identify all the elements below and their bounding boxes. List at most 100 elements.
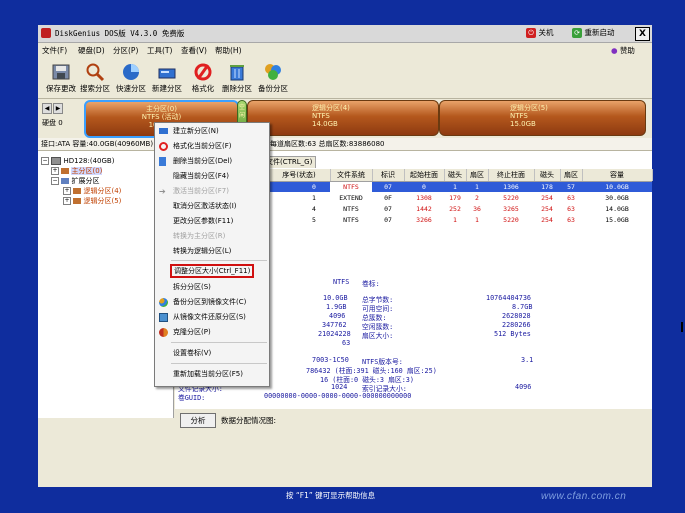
menu-item-backup-image[interactable]: 备份分区到镜像文件(C) — [155, 295, 269, 309]
reboot-icon: ⟳ — [572, 27, 582, 38]
tree-item-primary-0[interactable]: + 主分区(0) — [51, 166, 103, 176]
tree-item-extended[interactable]: − 扩展分区 — [51, 176, 99, 186]
cell-fs: NTFS — [343, 216, 359, 224]
next-disk-button[interactable]: ▶ — [53, 103, 63, 114]
expand-icon[interactable]: + — [63, 197, 71, 205]
col-capacity[interactable]: 容量 — [582, 169, 653, 181]
col-filesystem[interactable]: 文件系统 — [330, 169, 373, 181]
col-start-sector[interactable]: 扇区 — [466, 169, 489, 181]
cell-start-cyl: 3266 — [416, 216, 432, 224]
shutdown-label: 关机 — [538, 28, 554, 37]
expand-icon[interactable]: + — [63, 187, 71, 195]
partition-table-header: 序号(状态) 文件系统 标识 起始柱面 磁头 扇区 终止柱面 磁头 扇区 容量 — [268, 169, 653, 182]
new-partition-icon — [159, 128, 168, 134]
expand-icon[interactable]: + — [51, 167, 59, 175]
tree-root-disk[interactable]: − HD128:(40GB) — [41, 156, 114, 166]
prop-total-clusters: 2628028 — [502, 312, 531, 320]
col-index[interactable]: 序号(状态) — [268, 169, 331, 181]
menu-disk[interactable]: 硬盘(D) — [78, 45, 105, 56]
close-button[interactable]: X — [635, 27, 650, 41]
menu-partition[interactable]: 分区(P) — [113, 45, 138, 56]
cell-index: 0 — [312, 183, 316, 191]
magnifier-icon — [85, 62, 105, 82]
tab-files[interactable]: 文件(CTRL_G) — [262, 156, 317, 168]
menu-item-new-partition[interactable]: 建立新分区(N) — [155, 124, 269, 138]
menu-item-format[interactable]: 格式化当前分区(F) — [155, 139, 269, 153]
table-row[interactable]: 5 NTFS 07 3266 1 1 5220 254 63 15.0GB — [268, 215, 652, 225]
tree-item-label: 主分区(0) — [71, 167, 103, 175]
sponsor-link[interactable]: ● 赞助 — [611, 45, 635, 56]
partition-icon — [61, 168, 70, 174]
title-bar: DiskGenius DOS版 V4.3.0 免费版 ⏻ 关机 ⟳ 重新启动 X — [38, 25, 652, 43]
reboot-button[interactable]: ⟳ 重新启动 — [572, 27, 615, 39]
col-id[interactable]: 标识 — [372, 169, 405, 181]
extended-partition-icon — [61, 178, 70, 184]
table-row[interactable]: 0 NTFS 07 0 1 1 1306 178 57 10.0GB — [268, 182, 652, 192]
menu-item-clone[interactable]: 克隆分区(P) — [155, 325, 269, 339]
col-end-cyl[interactable]: 终止柱面 — [488, 169, 535, 181]
partition-icon — [73, 188, 82, 194]
prop-size: 10.0GB — [323, 294, 348, 302]
partition-block-logical-4[interactable]: 逻辑分区(4) NTFS 14.0GB — [247, 100, 439, 136]
partition-fs: NTFS — [510, 112, 528, 120]
collapse-icon[interactable]: − — [51, 177, 59, 185]
col-end-head[interactable]: 磁头 — [534, 169, 561, 181]
partition-name: 逻辑分区(5) — [510, 104, 548, 112]
col-start-cyl[interactable]: 起始柱面 — [404, 169, 445, 181]
prop-free-clusters: 2280266 — [502, 321, 531, 329]
menu-tools[interactable]: 工具(T) — [147, 45, 172, 56]
window-title: DiskGenius DOS版 V4.3.0 免费版 — [55, 29, 185, 38]
partition-name: 主分区(0) — [146, 105, 177, 113]
menu-item-resize[interactable]: 调整分区大小(Ctrl_F11) — [155, 264, 269, 278]
tree-item-logical-5[interactable]: + 逻辑分区(5) — [63, 196, 121, 206]
menu-item-convert-primary[interactable]: 转换为主分区(R) — [155, 229, 269, 243]
menu-item-set-label[interactable]: 设置卷标(V) — [155, 346, 269, 360]
menu-item-change-params[interactable]: 更改分区参数(F11) — [155, 214, 269, 228]
menu-file[interactable]: 文件(F) — [42, 45, 67, 56]
cell-capacity: 14.0GB — [605, 205, 629, 213]
prop-cluster-size: 4096 — [329, 312, 346, 320]
menu-item-hide[interactable]: 隐藏当前分区(F4) — [155, 169, 269, 183]
menu-item-restore-image[interactable]: 从镜像文件还原分区(S) — [155, 310, 269, 324]
disk-map-strip: ◀ ▶ 硬盘 0 主分区(0) NTFS (活动) 10.0GB 空闲 逻辑分区… — [38, 99, 652, 138]
cell-start-cyl: 1442 — [416, 205, 432, 213]
backup-icon — [159, 298, 168, 307]
menu-item-split[interactable]: 拆分分区(S) — [155, 280, 269, 294]
tree-item-logical-4[interactable]: + 逻辑分区(4) — [63, 186, 121, 196]
cell-start-head: 1 — [453, 183, 457, 191]
partition-size: 14.0GB — [312, 120, 338, 128]
table-row[interactable]: 1 EXTEND 0F 1308 179 2 5220 254 63 30.0G… — [268, 193, 652, 203]
backup-partition-label: 备份分区 — [258, 84, 288, 93]
power-icon: ⏻ — [526, 27, 536, 38]
activate-icon: ➔ — [159, 187, 166, 196]
disk-info-bar: 接口:ATA 容量:40.0GB(40960MB) 每道扇区数:63 总扇区数:… — [38, 138, 652, 151]
col-end-sector[interactable]: 扇区 — [560, 169, 583, 181]
menu-item-reload[interactable]: 重新加载当前分区(F5) — [155, 367, 269, 381]
menu-item-activate[interactable]: ➔ 激活当前分区(F7) — [155, 184, 269, 198]
menu-view[interactable]: 查看(V) — [181, 45, 207, 56]
menu-help[interactable]: 帮助(H) — [215, 45, 242, 56]
partition-fs: NTFS — [312, 112, 330, 120]
menu-item-convert-logical[interactable]: 转换为逻辑分区(L) — [155, 244, 269, 258]
prop-guid-label: 卷GUID: — [178, 394, 206, 402]
cell-id: 07 — [384, 216, 392, 224]
cell-id: 07 — [384, 183, 392, 191]
table-row[interactable]: 4 NTFS 07 1442 252 36 3265 254 63 14.0GB — [268, 204, 652, 214]
collapse-icon[interactable]: − — [41, 157, 49, 165]
shutdown-button[interactable]: ⏻ 关机 — [526, 27, 554, 39]
prev-disk-button[interactable]: ◀ — [42, 103, 52, 114]
cell-start-head: 1 — [453, 216, 457, 224]
partition-block-logical-5[interactable]: 逻辑分区(5) NTFS 15.0GB — [439, 100, 646, 136]
close-icon: X — [639, 29, 646, 39]
menu-separator — [171, 260, 267, 261]
menu-item-delete[interactable]: 删除当前分区(Del) — [155, 154, 269, 168]
prop-index-record: 4096 — [515, 383, 532, 391]
col-start-head[interactable]: 磁头 — [444, 169, 467, 181]
format-icon — [159, 142, 168, 151]
partition-free-label: 空闲 — [238, 104, 245, 119]
cell-end-cyl: 3265 — [503, 205, 519, 213]
analyze-button[interactable]: 分析 — [180, 413, 216, 428]
menu-item-deactivate[interactable]: 取消分区激活状态(I) — [155, 199, 269, 213]
backup-partition-button[interactable]: 备份分区 — [254, 58, 292, 98]
cell-capacity: 30.0GB — [605, 194, 629, 202]
